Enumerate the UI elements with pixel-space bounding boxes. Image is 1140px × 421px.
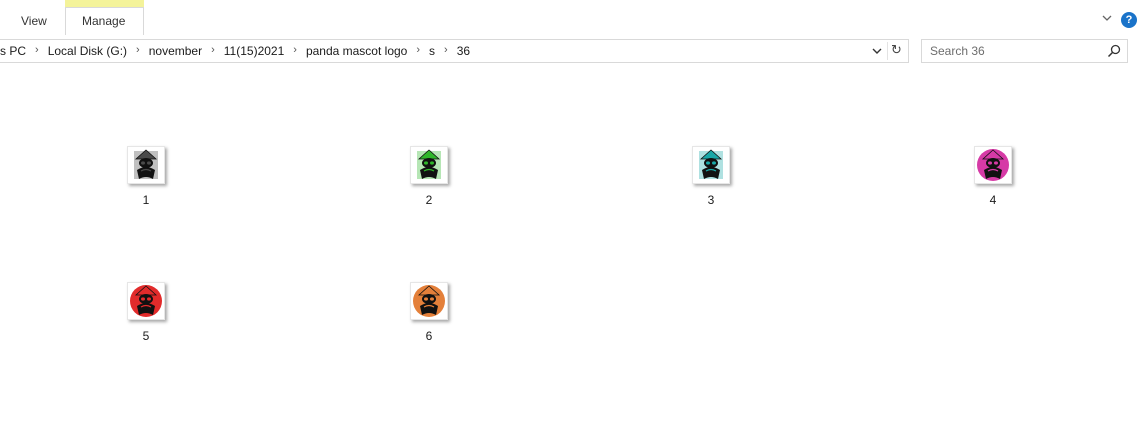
divider [887,42,888,60]
crumb-date-folder[interactable]: 11(15)2021 [224,44,285,58]
crumb-panda-mascot-logo[interactable]: panda mascot logo [306,44,407,58]
chevron-right-icon[interactable]: › [211,44,215,56]
file-name: 1 [142,193,150,207]
address-bar[interactable]: s PC › Local Disk (G:) › november › 11(15)2021… [0,39,909,63]
panda-mascot-icon [699,149,723,179]
file-name: 3 [707,193,715,207]
file-name: 4 [989,193,997,207]
image-thumbnail [127,146,165,184]
crumb-local-disk[interactable]: Local Disk (G:) [48,44,127,58]
chevron-right-icon[interactable]: › [416,44,420,56]
image-thumbnail [974,146,1012,184]
tab-view[interactable]: View [21,14,47,28]
ribbon: View Manage ? [0,0,1140,35]
image-thumbnail [127,282,165,320]
search-placeholder: Search 36 [930,44,985,58]
tab-manage[interactable]: Manage [65,0,144,35]
panda-mascot-icon [134,149,158,179]
image-thumbnail [692,146,730,184]
file-name: 5 [142,329,150,343]
file-name: 2 [425,193,433,207]
refresh-icon[interactable]: ↻ [891,42,902,58]
panda-mascot-icon [977,149,1009,181]
crumb-november[interactable]: november [149,44,202,58]
panda-mascot-icon [413,285,445,317]
crumb-this-pc[interactable]: s PC [0,44,26,58]
panda-mascot-icon [417,149,441,179]
search-input[interactable]: Search 36 [921,39,1128,63]
manage-context-highlight [65,0,144,7]
breadcrumb: s PC › Local Disk (G:) › november › 11(15)2021… [0,44,470,58]
file-name: 6 [425,329,433,343]
image-thumbnail [410,146,448,184]
crumb-s[interactable]: s [429,44,435,58]
chevron-right-icon[interactable]: › [136,44,140,56]
search-icon[interactable] [1107,44,1121,58]
file-item[interactable]: 2 [389,146,469,207]
file-item[interactable]: 6 [389,282,469,343]
chevron-down-icon[interactable] [1101,12,1113,24]
chevron-down-icon[interactable] [871,45,883,57]
file-item[interactable]: 3 [671,146,751,207]
chevron-right-icon[interactable]: › [444,44,448,56]
chevron-right-icon[interactable]: › [35,44,39,56]
chevron-right-icon[interactable]: › [293,44,297,56]
file-item[interactable]: 1 [106,146,186,207]
image-thumbnail [410,282,448,320]
file-item[interactable]: 4 [953,146,1033,207]
file-item[interactable]: 5 [106,282,186,343]
crumb-36[interactable]: 36 [457,44,470,58]
panda-mascot-icon [130,285,162,317]
help-icon[interactable]: ? [1121,12,1137,28]
tab-manage-label: Manage [82,14,126,28]
